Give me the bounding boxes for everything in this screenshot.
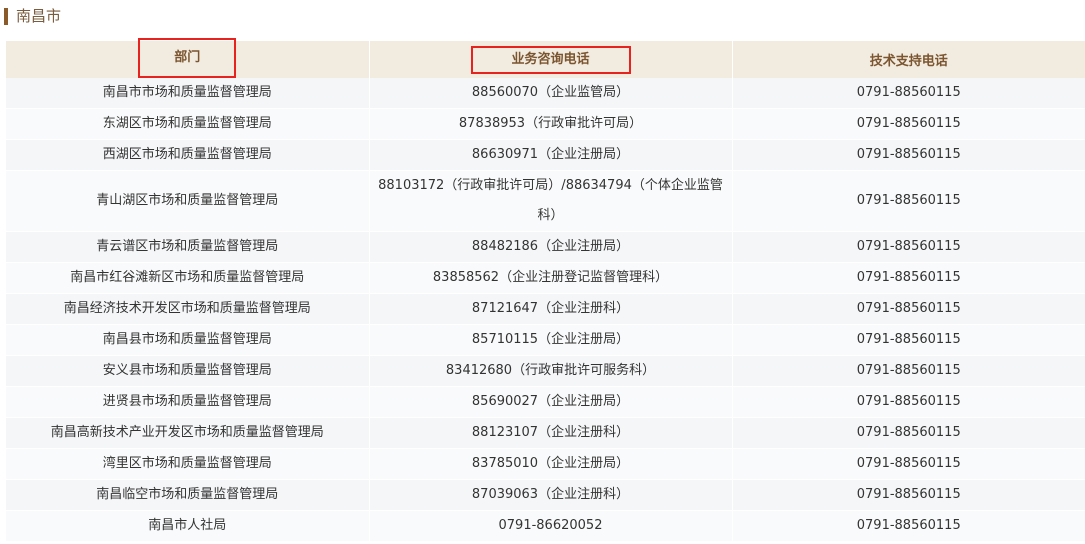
table-row: 青云谱区市场和质量监督管理局 88482186（企业注册局） 0791-885601…	[6, 231, 1085, 263]
cell-department: 南昌县市场和质量监督管理局	[6, 324, 370, 356]
table-row: 湾里区市场和质量监督管理局 83785010（企业注册局） 0791-8856011…	[6, 448, 1085, 480]
header-department-highlight: 部门	[138, 37, 237, 78]
header-row: 部门 业务咨询电话 技术支持电话	[6, 37, 1085, 78]
table-row: 南昌市红谷滩新区市场和质量监督管理局 83858562（企业注册登记监督管理科） 0…	[6, 262, 1085, 294]
cell-business-phone: 85690027（企业注册局）	[369, 386, 733, 418]
table-row: 南昌市人社局 0791-86620052 0791-88560115	[6, 510, 1085, 542]
cell-tech-support: 0791-88560115	[732, 355, 1085, 387]
cell-department: 南昌市红谷滩新区市场和质量监督管理局	[6, 262, 370, 294]
table-row: 青山湖区市场和质量监督管理局 88103172（行政审批许可局）/88634794…	[6, 170, 1085, 232]
header-tech-support-label: 技术支持电话	[869, 54, 948, 69]
section-title-marker	[4, 7, 8, 25]
cell-business-phone: 85710115（企业注册局）	[369, 324, 733, 356]
cell-department: 青山湖区市场和质量监督管理局	[6, 170, 370, 232]
cell-business-phone: 0791-86620052	[369, 510, 733, 542]
header-business-phone-highlight: 业务咨询电话	[470, 45, 631, 74]
cell-business-phone: 87039063（企业注册科）	[369, 479, 733, 511]
cell-department: 进贤县市场和质量监督管理局	[6, 386, 370, 418]
cell-tech-support: 0791-88560115	[732, 448, 1085, 480]
cell-department: 西湖区市场和质量监督管理局	[6, 139, 370, 171]
header-department-label: 部门	[174, 49, 201, 65]
table-row: 东湖区市场和质量监督管理局 87838953（行政审批许可局） 0791-88560…	[6, 108, 1085, 140]
cell-business-phone: 88560070（企业监管局）	[369, 78, 733, 109]
section-title: 南昌市	[4, 6, 61, 26]
cell-business-phone: 87838953（行政审批许可局）	[369, 108, 733, 140]
cell-tech-support: 0791-88560115	[732, 108, 1085, 140]
table-body: 南昌市市场和质量监督管理局 88560070（企业监管局） 0791-8856011…	[6, 78, 1085, 542]
header-business-phone: 业务咨询电话	[369, 41, 733, 78]
table-row: 南昌临空市场和质量监督管理局 87039063（企业注册科） 0791-885601…	[6, 479, 1085, 511]
cell-tech-support: 0791-88560115	[732, 324, 1085, 356]
contacts-table: 部门 业务咨询电话 技术支持电话 南昌市市场和质量监督管理局 88560070（企…	[6, 37, 1085, 542]
cell-business-phone: 88123107（企业注册科）	[369, 417, 733, 449]
table-row: 南昌市市场和质量监督管理局 88560070（企业监管局） 0791-8856011…	[6, 78, 1085, 109]
table-row: 进贤县市场和质量监督管理局 85690027（企业注册局） 0791-8856011…	[6, 386, 1085, 418]
cell-tech-support: 0791-88560115	[732, 479, 1085, 511]
cell-business-phone: 88103172（行政审批许可局）/88634794（个体企业监管科）	[369, 170, 733, 232]
cell-tech-support: 0791-88560115	[732, 262, 1085, 294]
cell-department: 青云谱区市场和质量监督管理局	[6, 231, 370, 263]
cell-business-phone: 83785010（企业注册局）	[369, 448, 733, 480]
cell-tech-support: 0791-88560115	[732, 170, 1085, 232]
cell-department: 南昌临空市场和质量监督管理局	[6, 479, 370, 511]
cell-department: 南昌市市场和质量监督管理局	[6, 78, 370, 109]
cell-tech-support: 0791-88560115	[732, 139, 1085, 171]
cell-department: 湾里区市场和质量监督管理局	[6, 448, 370, 480]
cell-department: 安义县市场和质量监督管理局	[6, 355, 370, 387]
cell-tech-support: 0791-88560115	[732, 293, 1085, 325]
header-department: 部门	[6, 37, 370, 78]
cell-tech-support: 0791-88560115	[732, 78, 1085, 109]
cell-department: 东湖区市场和质量监督管理局	[6, 108, 370, 140]
table-row: 南昌经济技术开发区市场和质量监督管理局 87121647（企业注册科） 0791-8…	[6, 293, 1085, 325]
section-title-text: 南昌市	[16, 7, 62, 25]
cell-tech-support: 0791-88560115	[732, 510, 1085, 542]
table-row: 西湖区市场和质量监督管理局 86630971（企业注册局） 0791-8856011…	[6, 139, 1085, 171]
cell-business-phone: 88482186（企业注册局）	[369, 231, 733, 263]
cell-business-phone: 83858562（企业注册登记监督管理科）	[369, 262, 733, 294]
header-tech-support: 技术支持电话	[732, 41, 1085, 78]
cell-department: 南昌经济技术开发区市场和质量监督管理局	[6, 293, 370, 325]
cell-department: 南昌高新技术产业开发区市场和质量监督管理局	[6, 417, 370, 449]
cell-tech-support: 0791-88560115	[732, 417, 1085, 449]
cell-business-phone: 83412680（行政审批许可服务科）	[369, 355, 733, 387]
cell-department: 南昌市人社局	[6, 510, 370, 542]
table-row: 南昌县市场和质量监督管理局 85710115（企业注册局） 0791-8856011…	[6, 324, 1085, 356]
table-header: 部门 业务咨询电话 技术支持电话	[6, 37, 1085, 78]
cell-business-phone: 87121647（企业注册科）	[369, 293, 733, 325]
table-row: 安义县市场和质量监督管理局 83412680（行政审批许可服务科） 0791-885…	[6, 355, 1085, 387]
cell-business-phone: 86630971（企业注册局）	[369, 139, 733, 171]
cell-tech-support: 0791-88560115	[732, 231, 1085, 263]
table-row: 南昌高新技术产业开发区市场和质量监督管理局 88123107（企业注册科） 0791…	[6, 417, 1085, 449]
header-business-phone-label: 业务咨询电话	[511, 51, 590, 67]
cell-tech-support: 0791-88560115	[732, 386, 1085, 418]
